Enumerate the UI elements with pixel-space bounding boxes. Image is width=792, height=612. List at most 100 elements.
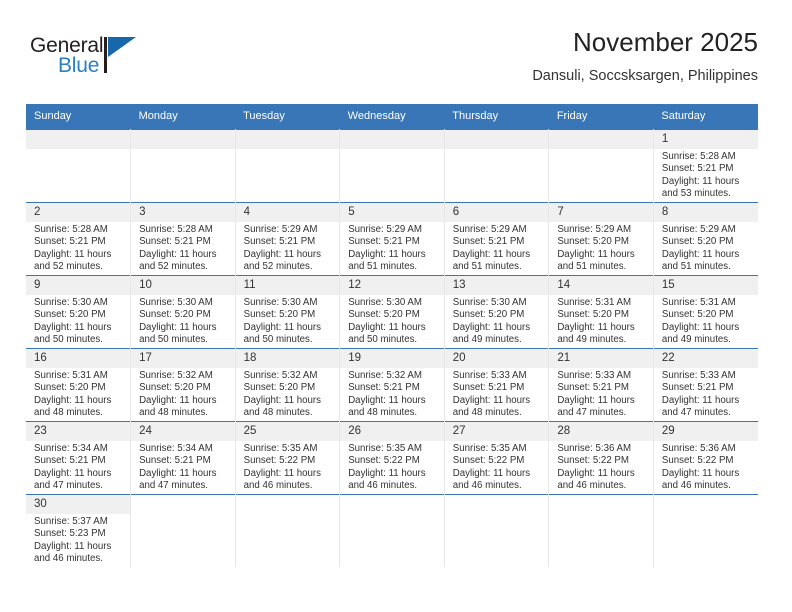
calendar-day-cell[interactable]: 28 Sunrise: 5:36 AM Sunset: 5:22 PM Dayligh… [548, 421, 654, 495]
calendar-day-cell[interactable]: 25 Sunrise: 5:35 AM Sunset: 5:22 PM Dayligh… [235, 421, 341, 495]
day-details: Sunrise: 5:33 AM Sunset: 5:21 PM Daylight:… [549, 368, 653, 420]
sunset-text: Sunset: 5:21 PM [557, 382, 629, 394]
daylight-text-line2: and 46 minutes. [348, 480, 418, 492]
sunrise-text: Sunrise: 5:30 AM [348, 297, 422, 308]
daylight-text-line2: and 49 minutes. [557, 334, 627, 346]
calendar-day-cell[interactable]: 18 Sunrise: 5:32 AM Sunset: 5:20 PM Dayligh… [235, 348, 341, 422]
calendar-day-cell[interactable]: 10 Sunrise: 5:30 AM Sunset: 5:20 PM Dayligh… [130, 275, 236, 349]
calendar-week-row: 23 Sunrise: 5:34 AM Sunset: 5:21 PM Dayligh… [26, 421, 758, 495]
daylight-text-line2: and 48 minutes. [452, 407, 522, 419]
daylight-text-line1: Daylight: 11 hours [557, 248, 635, 260]
calendar-day-cell[interactable]: 17 Sunrise: 5:32 AM Sunset: 5:20 PM Dayligh… [130, 348, 236, 422]
sunset-text: Sunset: 5:21 PM [139, 455, 211, 467]
daylight-text-line2: and 48 minutes. [34, 407, 103, 419]
daylight-text-line1: Daylight: 11 hours [34, 394, 112, 406]
sunrise-text: Sunrise: 5:31 AM [557, 297, 632, 308]
sunrise-text: Sunrise: 5:35 AM [348, 443, 422, 454]
calendar-cell-empty [235, 494, 341, 567]
calendar-day-cell[interactable]: 21 Sunrise: 5:33 AM Sunset: 5:21 PM Dayligh… [548, 348, 654, 422]
sunset-text: Sunset: 5:21 PM [243, 236, 316, 248]
sunrise-text: Sunrise: 5:35 AM [243, 443, 318, 454]
daylight-text-line2: and 48 minutes. [139, 407, 208, 419]
daylight-text-line1: Daylight: 11 hours [661, 467, 740, 479]
sunset-text: Sunset: 5:21 PM [452, 236, 525, 248]
sunset-text: Sunset: 5:21 PM [348, 236, 420, 248]
calendar-day-cell[interactable]: 13 Sunrise: 5:30 AM Sunset: 5:20 PM Dayligh… [444, 275, 550, 349]
calendar-day-cell[interactable]: 8 Sunrise: 5:29 AM Sunset: 5:20 PM Daylight… [653, 202, 758, 276]
daylight-text-line1: Daylight: 11 hours [557, 321, 635, 333]
day-number: 8 [653, 203, 758, 222]
sunset-text: Sunset: 5:20 PM [139, 382, 211, 394]
calendar-day-cell[interactable]: 1 Sunrise: 5:28 AM Sunset: 5:21 PM Daylight… [653, 129, 758, 203]
calendar-day-cell[interactable]: 16 Sunrise: 5:31 AM Sunset: 5:20 PM Dayligh… [26, 348, 132, 422]
day-number: 25 [235, 422, 340, 441]
calendar-day-cell[interactable]: 20 Sunrise: 5:33 AM Sunset: 5:21 PM Dayligh… [444, 348, 550, 422]
sunset-text: Sunset: 5:21 PM [139, 236, 211, 248]
day-details: Sunrise: 5:34 AM Sunset: 5:21 PM Daylight:… [131, 441, 235, 493]
day-details: Sunrise: 5:30 AM Sunset: 5:20 PM Daylight:… [445, 295, 549, 347]
calendar-day-cell[interactable]: 29 Sunrise: 5:36 AM Sunset: 5:22 PM Dayligh… [653, 421, 758, 495]
daylight-text-line2: and 46 minutes. [34, 553, 103, 565]
calendar-day-cell[interactable]: 7 Sunrise: 5:29 AM Sunset: 5:20 PM Daylight… [548, 202, 654, 276]
calendar-day-cell[interactable]: 14 Sunrise: 5:31 AM Sunset: 5:20 PM Dayligh… [548, 275, 654, 349]
day-number: 19 [340, 349, 444, 368]
calendar-day-cell[interactable]: 4 Sunrise: 5:29 AM Sunset: 5:21 PM Daylight… [235, 202, 341, 276]
day-details: Sunrise: 5:36 AM Sunset: 5:22 PM Daylight:… [549, 441, 653, 493]
day-details: Sunrise: 5:33 AM Sunset: 5:21 PM Daylight:… [654, 368, 758, 420]
weekday-header-monday: Monday [130, 104, 236, 130]
sunrise-text: Sunrise: 5:29 AM [661, 224, 736, 235]
brand-divider-bar [104, 37, 107, 73]
daylight-text-line2: and 51 minutes. [661, 261, 731, 273]
sunset-text: Sunset: 5:22 PM [348, 455, 420, 467]
day-number: 3 [131, 203, 235, 222]
daylight-text-line2: and 51 minutes. [348, 261, 418, 273]
brand-name-bottom: Blue [58, 54, 100, 77]
calendar-day-cell[interactable]: 19 Sunrise: 5:32 AM Sunset: 5:21 PM Dayligh… [339, 348, 445, 422]
day-number: 11 [235, 276, 340, 295]
day-details: Sunrise: 5:28 AM Sunset: 5:21 PM Daylight:… [654, 149, 758, 201]
day-details: Sunrise: 5:32 AM Sunset: 5:20 PM Daylight:… [236, 368, 340, 420]
calendar-day-cell[interactable]: 30 Sunrise: 5:37 AM Sunset: 5:23 PM Dayligh… [26, 494, 132, 567]
calendar-day-cell[interactable]: 6 Sunrise: 5:29 AM Sunset: 5:21 PM Daylight… [444, 202, 550, 276]
sunrise-text: Sunrise: 5:33 AM [452, 370, 527, 381]
daylight-text-line2: and 48 minutes. [243, 407, 313, 419]
calendar-day-cell[interactable]: 5 Sunrise: 5:29 AM Sunset: 5:21 PM Daylight… [339, 202, 445, 276]
day-details: Sunrise: 5:30 AM Sunset: 5:20 PM Daylight:… [236, 295, 340, 347]
weekday-header-sunday: Sunday [26, 104, 131, 130]
daylight-text-line1: Daylight: 11 hours [348, 321, 426, 333]
daylight-text-line2: and 47 minutes. [557, 407, 627, 419]
brand-logo[interactable]: General Blue [30, 34, 210, 90]
calendar-day-cell[interactable]: 22 Sunrise: 5:33 AM Sunset: 5:21 PM Dayligh… [653, 348, 758, 422]
weekday-header-saturday: Saturday [653, 104, 758, 130]
day-number: 12 [340, 276, 444, 295]
calendar-day-cell[interactable]: 9 Sunrise: 5:30 AM Sunset: 5:20 PM Daylight… [26, 275, 132, 349]
sunrise-text: Sunrise: 5:35 AM [452, 443, 527, 454]
calendar-day-cell[interactable]: 23 Sunrise: 5:34 AM Sunset: 5:21 PM Dayligh… [26, 421, 132, 495]
daylight-text-line2: and 50 minutes. [243, 334, 313, 346]
daylight-text-line1: Daylight: 11 hours [348, 248, 426, 260]
calendar-day-cell[interactable]: 27 Sunrise: 5:35 AM Sunset: 5:22 PM Dayligh… [444, 421, 550, 495]
day-details: Sunrise: 5:29 AM Sunset: 5:21 PM Daylight:… [340, 222, 444, 274]
calendar-day-cell[interactable]: 26 Sunrise: 5:35 AM Sunset: 5:22 PM Dayligh… [339, 421, 445, 495]
calendar-day-cell[interactable]: 15 Sunrise: 5:31 AM Sunset: 5:20 PM Dayligh… [653, 275, 758, 349]
calendar-day-cell[interactable]: 12 Sunrise: 5:30 AM Sunset: 5:20 PM Dayligh… [339, 275, 445, 349]
calendar-day-cell[interactable]: 11 Sunrise: 5:30 AM Sunset: 5:20 PM Dayligh… [235, 275, 341, 349]
daylight-text-line1: Daylight: 11 hours [34, 467, 112, 479]
day-details: Sunrise: 5:35 AM Sunset: 5:22 PM Daylight:… [445, 441, 549, 493]
day-number: 26 [340, 422, 444, 441]
sunrise-text: Sunrise: 5:32 AM [139, 370, 213, 381]
day-number: 1 [653, 130, 758, 149]
daylight-text-line1: Daylight: 11 hours [243, 394, 321, 406]
sunset-text: Sunset: 5:20 PM [661, 309, 734, 321]
daylight-text-line1: Daylight: 11 hours [243, 248, 321, 260]
calendar-day-cell[interactable]: 24 Sunrise: 5:34 AM Sunset: 5:21 PM Dayligh… [130, 421, 236, 495]
calendar-day-cell[interactable]: 3 Sunrise: 5:28 AM Sunset: 5:21 PM Daylight… [130, 202, 236, 276]
calendar-cell-empty [130, 129, 236, 203]
sunrise-text: Sunrise: 5:29 AM [557, 224, 632, 235]
daylight-text-line2: and 52 minutes. [34, 261, 103, 273]
daylight-text-line1: Daylight: 11 hours [34, 248, 112, 260]
calendar-day-cell[interactable]: 2 Sunrise: 5:28 AM Sunset: 5:21 PM Daylight… [26, 202, 132, 276]
calendar-cell-empty [548, 129, 654, 203]
sunrise-text: Sunrise: 5:31 AM [34, 370, 108, 381]
daylight-text-line2: and 47 minutes. [34, 480, 103, 492]
